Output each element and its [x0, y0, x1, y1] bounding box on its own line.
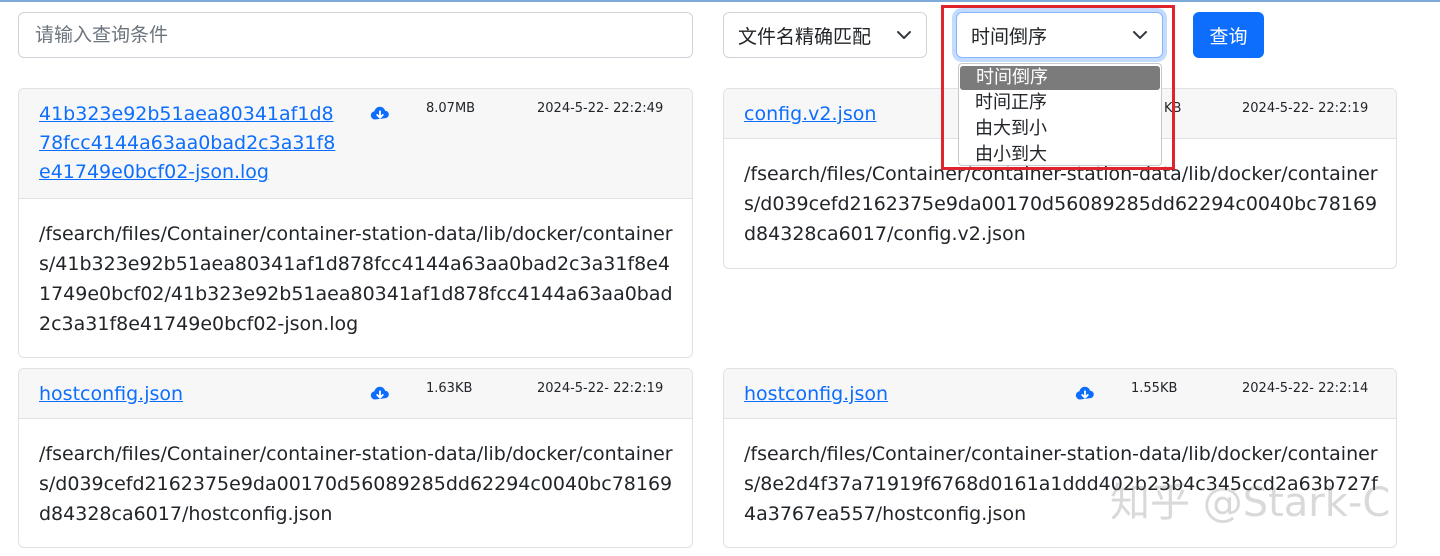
file-size: 8.07MB: [426, 101, 476, 116]
file-path: /fsearch/files/Container/container-stati…: [744, 443, 1378, 525]
sort-option-time-desc[interactable]: 时间倒序: [960, 66, 1160, 90]
file-card: hostconfig.json 1.55KB 2024-5-22- 22:2:1…: [723, 368, 1397, 548]
file-card: 41b323e92b51aea80341af1d878fcc4144a63aa0…: [18, 88, 693, 358]
cloud-download-icon[interactable]: [369, 103, 391, 125]
sort-option-size-asc[interactable]: 由小到大: [959, 142, 1161, 165]
file-size: KB: [1164, 101, 1182, 116]
file-size: 1.55KB: [1131, 381, 1178, 396]
cloud-download-icon[interactable]: [1074, 383, 1096, 405]
file-date: 2024-5-22- 22:2:49: [537, 101, 664, 116]
sort-order-select[interactable]: 时间倒序: [956, 12, 1163, 58]
match-mode-select[interactable]: 文件名精确匹配: [723, 12, 927, 58]
top-border: [0, 0, 1440, 2]
file-name-link[interactable]: config.v2.json: [744, 100, 876, 129]
cloud-download-icon[interactable]: [369, 383, 391, 405]
file-path: /fsearch/files/Container/container-stati…: [39, 223, 673, 335]
file-date: 2024-5-22- 22:2:19: [1242, 101, 1369, 116]
sort-option-time-asc[interactable]: 时间正序: [959, 90, 1161, 116]
file-card: hostconfig.json 1.63KB 2024-5-22- 22:2:1…: [18, 368, 693, 548]
match-mode-selected: 文件名精确匹配: [738, 25, 872, 48]
search-input[interactable]: [18, 12, 693, 58]
sort-order-dropdown: 时间倒序 时间正序 由大到小 由小到大: [958, 63, 1162, 166]
file-date: 2024-5-22- 22:2:14: [1242, 381, 1369, 396]
file-size: 1.63KB: [426, 381, 473, 396]
chevron-down-icon: [897, 31, 911, 39]
file-name-link[interactable]: 41b323e92b51aea80341af1d878fcc4144a63aa0…: [39, 100, 339, 187]
chevron-down-icon: [1133, 31, 1147, 39]
sort-option-size-desc[interactable]: 由大到小: [959, 116, 1161, 142]
file-card-header: 41b323e92b51aea80341af1d878fcc4144a63aa0…: [19, 89, 692, 199]
query-button[interactable]: 查询: [1193, 12, 1264, 58]
file-card-header: hostconfig.json 1.55KB 2024-5-22- 22:2:1…: [724, 369, 1396, 419]
file-name-link[interactable]: hostconfig.json: [39, 380, 183, 409]
file-path: /fsearch/files/Container/container-stati…: [39, 443, 673, 525]
file-name-link[interactable]: hostconfig.json: [744, 380, 888, 409]
file-date: 2024-5-22- 22:2:19: [537, 381, 664, 396]
file-path: /fsearch/files/Container/container-stati…: [744, 163, 1378, 245]
sort-order-selected: 时间倒序: [971, 25, 1048, 48]
file-card-header: hostconfig.json 1.63KB 2024-5-22- 22:2:1…: [19, 369, 692, 419]
